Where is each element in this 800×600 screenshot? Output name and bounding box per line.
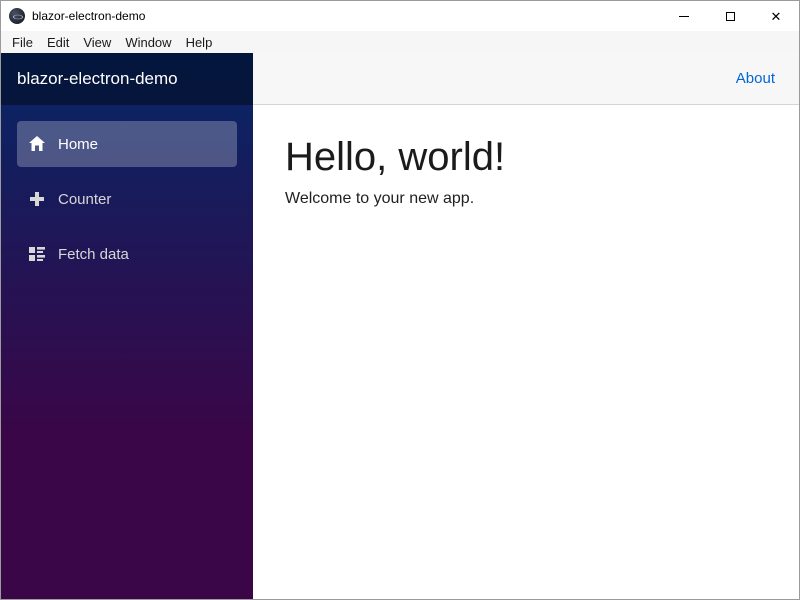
list-rich-icon: [29, 246, 45, 262]
sidebar-item-label: Fetch data: [58, 245, 129, 263]
menu-item-help[interactable]: Help: [179, 33, 220, 52]
menu-item-file[interactable]: File: [5, 33, 40, 52]
sidebar-brand-label: blazor-electron-demo: [17, 69, 178, 88]
sidebar-nav: Home Counter Fetch data: [1, 121, 253, 286]
sidebar-item-label: Counter: [58, 190, 112, 208]
sidebar-item-home[interactable]: Home: [17, 121, 237, 167]
sidebar-item-fetch-data[interactable]: Fetch data: [17, 231, 237, 277]
plus-icon: [29, 191, 45, 207]
minimize-icon: [679, 15, 689, 17]
sidebar-item-label: Home: [58, 135, 99, 153]
maximize-button[interactable]: [707, 1, 753, 31]
welcome-text: Welcome to your new app.: [285, 190, 475, 207]
sidebar: blazor-electron-demo Home Counter Fetch …: [1, 53, 253, 599]
menu-item-view[interactable]: View: [76, 33, 118, 52]
minimize-button[interactable]: [661, 1, 707, 31]
sidebar-item-counter[interactable]: Counter: [17, 176, 237, 222]
page-content: Hello, world! Welcome to your new app.: [253, 105, 799, 222]
window-title: blazor-electron-demo: [32, 9, 146, 23]
maximize-icon: [725, 11, 735, 21]
app-window: blazor-electron-demo ✕ File Edit View Wi…: [0, 0, 800, 600]
close-icon: ✕: [770, 8, 782, 24]
main-area: About Hello, world! Welcome to your new …: [253, 53, 799, 599]
home-icon: [29, 136, 45, 152]
about-link[interactable]: About: [736, 70, 775, 87]
menu-bar: File Edit View Window Help: [1, 31, 799, 53]
menu-item-window[interactable]: Window: [118, 33, 178, 52]
sidebar-brand[interactable]: blazor-electron-demo: [1, 53, 253, 105]
page-title: Hello, world!: [285, 135, 506, 179]
title-bar: blazor-electron-demo ✕: [1, 1, 799, 31]
close-button[interactable]: ✕: [753, 1, 799, 31]
app-body: blazor-electron-demo Home Counter Fetch …: [1, 53, 799, 599]
window-controls: ✕: [661, 1, 799, 31]
app-icon: [9, 8, 25, 24]
top-bar: About: [253, 53, 799, 105]
menu-item-edit[interactable]: Edit: [40, 33, 76, 52]
